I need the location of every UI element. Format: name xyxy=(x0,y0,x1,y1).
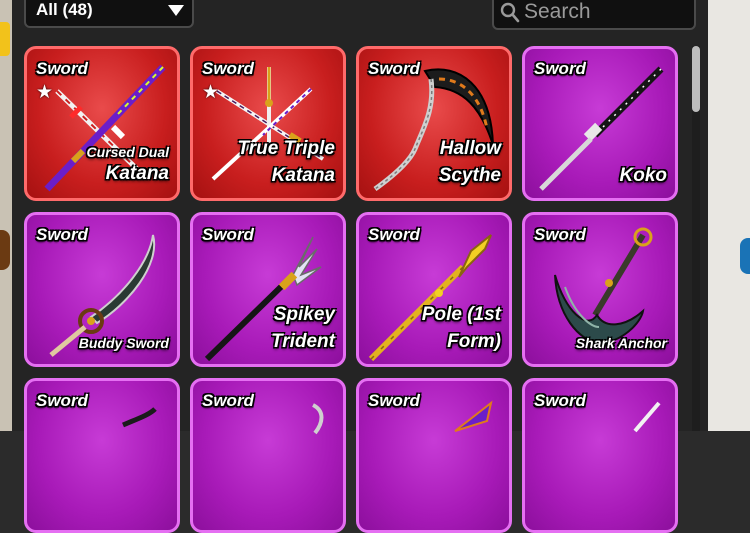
item-card[interactable]: Sword xyxy=(522,378,678,533)
game-world-right-edge xyxy=(708,0,750,431)
filter-dropdown[interactable]: All (48) xyxy=(24,0,194,28)
item-name-line2: Scythe xyxy=(438,165,501,186)
item-card[interactable]: Sword Buddy Sword xyxy=(24,212,180,367)
item-card[interactable]: Sword xyxy=(190,378,346,533)
item-type-label: Sword xyxy=(36,59,88,78)
item-card[interactable]: Sword Shark Anchor xyxy=(522,212,678,367)
item-type-label: Sword xyxy=(36,225,88,244)
item-type-label: Sword xyxy=(368,225,420,244)
inventory-scrollbar[interactable] xyxy=(692,46,700,431)
star-icon: ★ xyxy=(202,81,220,103)
item-name: Hallow Scythe xyxy=(439,135,501,189)
game-world-left-edge xyxy=(0,0,12,431)
item-name-line1: Hallow xyxy=(439,138,501,159)
item-type-label: Sword xyxy=(368,59,420,78)
item-type-label: Sword xyxy=(534,391,586,410)
hud-element-edge xyxy=(0,230,10,270)
item-name-line1: True Triple xyxy=(237,138,336,159)
item-card[interactable]: Sword ★ Cursed Dual Katana xyxy=(24,46,180,201)
item-name-line2: Buddy Sword xyxy=(78,335,169,351)
item-name-line2: Koko xyxy=(619,165,668,186)
item-name: Koko xyxy=(620,162,668,189)
item-card[interactable]: Sword ★ True Triple Katana xyxy=(190,46,346,201)
item-name: Spikey Trident xyxy=(271,301,335,355)
inventory-panel: All (48) Sword ★ xyxy=(12,0,708,533)
item-card[interactable]: Sword xyxy=(24,378,180,533)
item-card[interactable]: Sword Spikey Trident xyxy=(190,212,346,367)
item-card[interactable]: Sword Koko xyxy=(522,46,678,201)
inventory-toolbar: All (48) xyxy=(12,0,708,36)
item-name-line2: Katana xyxy=(105,163,169,184)
item-name: Shark Anchor xyxy=(576,334,667,352)
item-type-label: Sword xyxy=(202,59,254,78)
item-card[interactable]: Sword xyxy=(356,378,512,533)
item-card[interactable]: Sword Hallow Scythe xyxy=(356,46,512,201)
star-icon: ★ xyxy=(36,81,54,103)
item-name: Pole (1st Form) xyxy=(422,301,501,355)
item-name-line2: Trident xyxy=(270,331,335,352)
item-name-line1: Spikey xyxy=(273,304,335,325)
search-icon xyxy=(500,2,520,23)
scrollbar-thumb[interactable] xyxy=(692,46,700,112)
item-type-label: Sword xyxy=(202,225,254,244)
item-type-label: Sword xyxy=(202,391,254,410)
search-box[interactable] xyxy=(492,0,696,30)
item-name-line2: Katana xyxy=(271,165,335,186)
item-name-line2: Shark Anchor xyxy=(575,335,667,351)
item-name: True Triple Katana xyxy=(238,135,336,189)
item-name-line1: Pole (1st xyxy=(421,304,501,325)
item-name: Cursed Dual Katana xyxy=(87,143,169,186)
item-name: Buddy Sword xyxy=(79,334,169,352)
search-input[interactable] xyxy=(522,0,694,26)
item-type-label: Sword xyxy=(36,391,88,410)
item-type-label: Sword xyxy=(534,225,586,244)
item-type-label: Sword xyxy=(534,59,586,78)
item-card[interactable]: Sword Pole (1st Form) xyxy=(356,212,512,367)
item-name-line2: Form) xyxy=(447,331,501,352)
item-type-label: Sword xyxy=(368,391,420,410)
hud-element-right xyxy=(740,238,750,274)
item-name-line1: Cursed Dual xyxy=(86,144,169,160)
chevron-down-icon xyxy=(168,5,184,16)
hud-button-edge[interactable] xyxy=(0,22,10,56)
filter-dropdown-value: All (48) xyxy=(36,0,93,19)
